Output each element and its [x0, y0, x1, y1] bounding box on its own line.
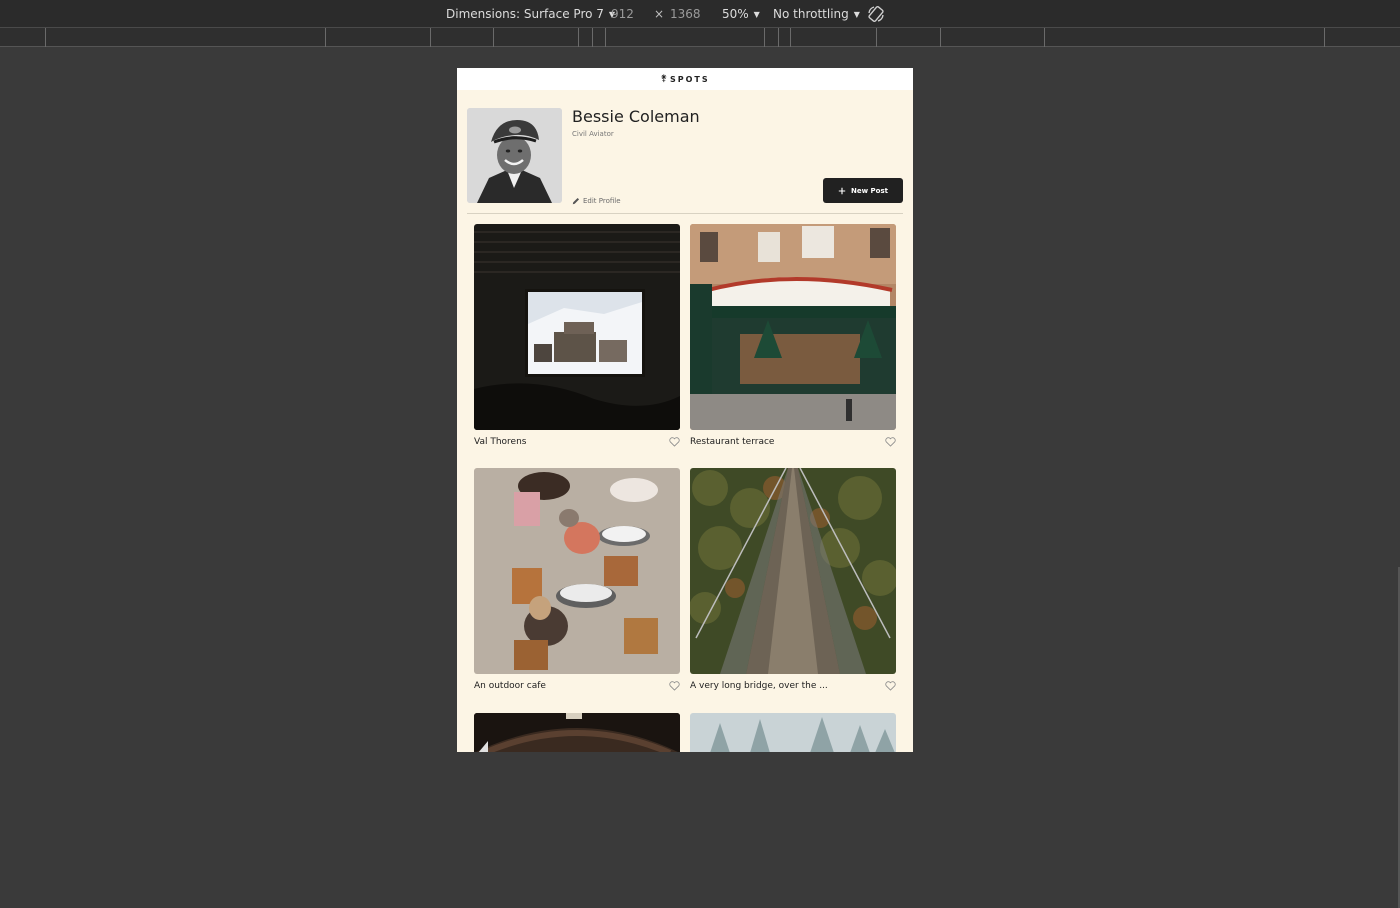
new-post-button[interactable]: New Post [823, 178, 903, 203]
card-footer: A very long bridge, over the ... [690, 680, 896, 692]
card: Restaurant terrace [690, 224, 896, 454]
new-post-label: New Post [851, 186, 888, 195]
ruler-marker[interactable] [1044, 28, 1045, 47]
rotate-icon[interactable] [866, 4, 886, 24]
heart-icon[interactable] [669, 437, 680, 447]
card-footer: Val Thorens [474, 436, 680, 448]
ruler-marker[interactable] [493, 28, 494, 47]
logo-icon: ⚵ [660, 73, 667, 84]
card-footer: An outdoor cafe [474, 680, 680, 692]
throttling-select[interactable]: No throttling ▼ [773, 7, 860, 21]
app-header: ⚵ SPOTS [457, 68, 913, 90]
card [690, 713, 896, 752]
ruler-marker[interactable] [605, 28, 606, 47]
ruler-marker[interactable] [325, 28, 326, 47]
devtools-device-toolbar: Dimensions: Surface Pro 7 ▼ 912 × 1368 5… [0, 0, 1400, 28]
dimension-separator: × [654, 7, 665, 21]
pencil-icon [572, 197, 580, 205]
heart-icon[interactable] [885, 437, 896, 447]
card-image[interactable] [690, 713, 896, 752]
card-title: Val Thorens [474, 437, 527, 447]
ruler-marker[interactable] [778, 28, 779, 47]
device-width-input[interactable]: 912 [607, 5, 638, 23]
device-dimensions-select[interactable]: Dimensions: Surface Pro 7 ▼ [446, 7, 615, 21]
ruler-marker[interactable] [764, 28, 765, 47]
chevron-down-icon: ▼ [853, 9, 860, 19]
edit-profile-label: Edit Profile [583, 197, 621, 205]
ruler-marker[interactable] [578, 28, 579, 47]
card: A very long bridge, over the ... [690, 468, 896, 698]
ruler-marker[interactable] [940, 28, 941, 47]
throttling-label: No throttling [773, 7, 849, 21]
device-viewport: ⚵ SPOTS Bessie Coleman Civil Aviator Edi… [457, 68, 913, 752]
profile-name: Bessie Coleman [572, 107, 700, 126]
profile-description: Civil Aviator [572, 130, 614, 138]
card-image[interactable] [474, 224, 680, 430]
plus-icon [838, 187, 846, 194]
card-image[interactable] [690, 224, 896, 430]
card-title: An outdoor cafe [474, 681, 546, 691]
profile-divider [467, 213, 903, 214]
logo-text: SPOTS [669, 74, 710, 84]
ruler-marker[interactable] [790, 28, 791, 47]
profile-info: Bessie Coleman Civil Aviator Edit Profil… [572, 107, 903, 205]
avatar [467, 108, 562, 203]
ruler-marker[interactable] [592, 28, 593, 47]
card-footer: Restaurant terrace [690, 436, 896, 448]
zoom-label: 50% [722, 7, 749, 21]
heart-icon[interactable] [885, 681, 896, 691]
card-title: Restaurant terrace [690, 437, 775, 447]
card [474, 713, 680, 752]
ruler-marker[interactable] [430, 28, 431, 47]
device-height-input[interactable]: 1368 [666, 5, 705, 23]
edit-profile-button[interactable]: Edit Profile [572, 197, 621, 205]
card-title: A very long bridge, over the ... [690, 681, 828, 691]
chevron-down-icon: ▼ [753, 9, 760, 19]
card-image[interactable] [474, 713, 680, 752]
card-image[interactable] [474, 468, 680, 674]
media-query-ruler [0, 28, 1400, 47]
profile-section: Bessie Coleman Civil Aviator Edit Profil… [467, 107, 903, 205]
card-image[interactable] [690, 468, 896, 674]
device-dimensions-label: Dimensions: Surface Pro 7 [446, 7, 604, 21]
heart-icon[interactable] [669, 681, 680, 691]
ruler-marker[interactable] [45, 28, 46, 47]
card: An outdoor cafe [474, 468, 680, 698]
zoom-select[interactable]: 50% ▼ [722, 7, 760, 21]
card: Val Thorens [474, 224, 680, 454]
ruler-marker[interactable] [1324, 28, 1325, 47]
ruler-marker[interactable] [876, 28, 877, 47]
